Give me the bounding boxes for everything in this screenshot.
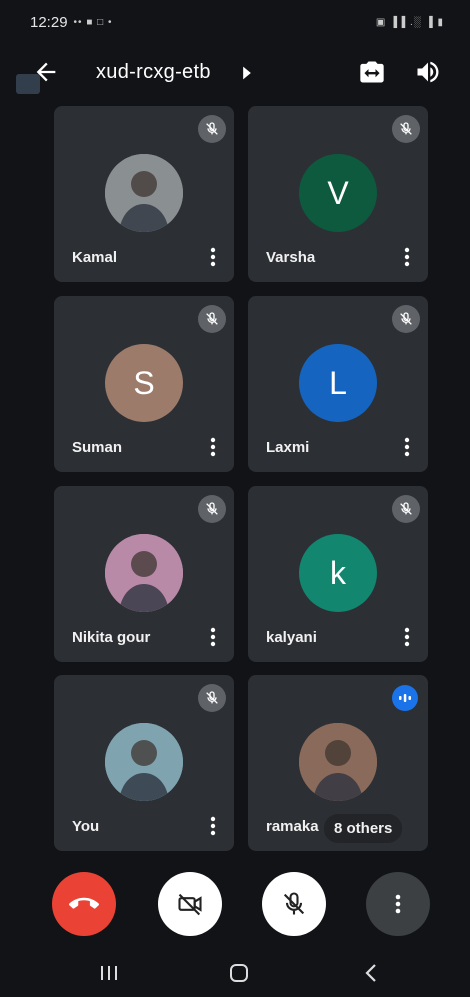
participant-name: Kamal (72, 249, 118, 266)
participant-name: ramaka (266, 818, 319, 835)
speaker-icon[interactable] (414, 58, 442, 86)
participant-tile[interactable]: V Varsha (248, 106, 428, 282)
more-vert-icon[interactable] (402, 436, 412, 458)
more-options-button[interactable] (366, 872, 430, 936)
mic-muted-icon (392, 495, 420, 523)
more-vert-icon (395, 894, 401, 914)
participant-tile[interactable]: ramaka 8 others (248, 675, 428, 851)
mic-muted-icon (198, 305, 226, 333)
participant-name: Suman (72, 439, 123, 456)
participant-tile[interactable]: Nikita gour (54, 486, 234, 662)
app-bar: xud-rcxg-etb (0, 46, 470, 100)
end-call-button[interactable] (52, 872, 116, 936)
home-icon (230, 964, 248, 982)
participant-name: You (72, 818, 100, 835)
avatar: S (105, 344, 183, 422)
avatar (105, 723, 183, 801)
mic-muted-icon (198, 495, 226, 523)
home-button[interactable] (224, 960, 254, 986)
participant-name: Varsha (266, 249, 316, 266)
more-vert-icon[interactable] (208, 246, 218, 268)
avatar: V (299, 154, 377, 232)
avatar: L (299, 344, 377, 422)
participant-name: Laxmi (266, 439, 310, 456)
mic-muted-icon (392, 115, 420, 143)
mic-toggle-button[interactable] (262, 872, 326, 936)
avatar (105, 154, 183, 232)
more-vert-icon[interactable] (208, 436, 218, 458)
status-left: 12:29 •• ■ □ • (30, 14, 112, 31)
more-vert-icon[interactable] (208, 626, 218, 648)
call-controls (0, 872, 470, 938)
chevron-right-icon[interactable] (240, 64, 254, 82)
mic-muted-icon (198, 115, 226, 143)
notification-icons: •• ■ □ • (73, 16, 113, 28)
participant-name: kalyani (266, 629, 317, 646)
avatar (105, 534, 183, 612)
recents-button[interactable] (94, 960, 124, 986)
mic-muted-icon (392, 305, 420, 333)
speaking-indicator-icon (392, 685, 418, 711)
participant-tile[interactable]: k kalyani (248, 486, 428, 662)
nav-back-icon (365, 964, 376, 982)
avatar: k (299, 534, 377, 612)
participant-tile[interactable]: You (54, 675, 234, 851)
camera-toggle-button[interactable] (158, 872, 222, 936)
hang-up-icon (69, 897, 99, 909)
more-vert-icon[interactable] (208, 815, 218, 837)
avatar-initial: L (329, 364, 347, 401)
avatar (299, 723, 377, 801)
participant-tile[interactable]: Kamal (54, 106, 234, 282)
avatar-initial: k (330, 554, 346, 591)
participant-name: Nikita gour (72, 629, 151, 646)
participant-tile[interactable]: L Laxmi (248, 296, 428, 472)
back-button[interactable] (356, 960, 386, 986)
status-bar: 12:29 •• ■ □ • ▣ ▐▐ .░ ▐ ▮ (0, 0, 470, 44)
switch-camera-icon[interactable] (358, 58, 386, 86)
recents-icon (101, 966, 117, 980)
system-nav-bar (0, 950, 470, 997)
clock: 12:29 (30, 13, 68, 31)
avatar-initial: V (327, 174, 349, 211)
avatar-initial: S (133, 364, 155, 401)
status-right: ▣ ▐▐ .░ ▐ ▮ (376, 17, 444, 28)
participant-tile[interactable]: S Suman (54, 296, 234, 472)
mic-off-icon (283, 892, 305, 915)
back-arrow-icon[interactable] (32, 58, 60, 86)
camera-off-icon (178, 893, 202, 916)
signal-battery-icons: ▣ ▐▐ .░ ▐ ▮ (375, 16, 444, 28)
more-vert-icon[interactable] (402, 246, 412, 268)
meeting-code-title[interactable]: xud-rcxg-etb (96, 61, 211, 84)
mic-muted-icon (198, 684, 226, 712)
more-vert-icon[interactable] (402, 626, 412, 648)
others-count-chip[interactable]: 8 others (324, 814, 403, 843)
